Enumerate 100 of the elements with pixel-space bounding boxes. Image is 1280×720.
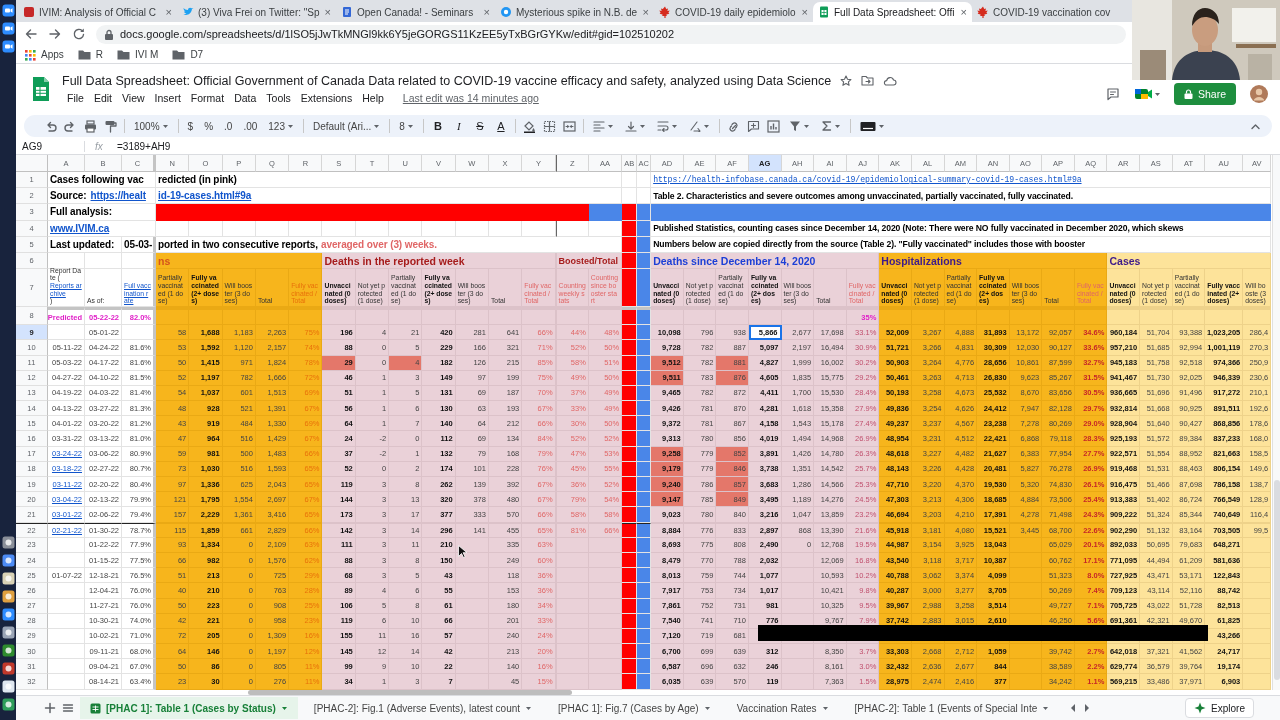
caret-icon[interactable]: [702, 123, 710, 129]
menu-item[interactable]: Edit: [88, 90, 117, 105]
caret-icon[interactable]: [670, 123, 678, 129]
caret-icon[interactable]: [161, 123, 169, 129]
menu-item[interactable]: View: [117, 90, 150, 105]
name-box[interactable]: AG9: [16, 140, 84, 152]
app-icon[interactable]: [1, 572, 15, 585]
caret-icon[interactable]: [802, 123, 810, 129]
folder-arrow-icon[interactable]: [861, 75, 875, 86]
app-icon[interactable]: [1, 536, 15, 549]
zoom-dropdown[interactable]: 100%: [132, 120, 171, 132]
star-icon[interactable]: [840, 74, 853, 87]
bookmark[interactable]: Apps: [24, 48, 64, 61]
caret-icon[interactable]: [280, 705, 288, 711]
reload-icon[interactable]: [72, 27, 86, 41]
formula-field[interactable]: =3189+AH9: [117, 140, 171, 152]
menu-icon[interactable]: [62, 702, 74, 714]
avatar-icon[interactable]: [1250, 85, 1268, 103]
font-size-dropdown[interactable]: 8: [397, 120, 416, 132]
paint-format-icon[interactable]: [104, 119, 117, 133]
bold-button[interactable]: B: [430, 120, 445, 132]
menu-item[interactable]: Format: [185, 90, 230, 105]
plus-icon[interactable]: [44, 702, 56, 714]
app-icon[interactable]: [1, 608, 15, 621]
explore-button[interactable]: Explore: [1185, 698, 1254, 718]
sheet-tab[interactable]: Vaccination Rates: [726, 697, 839, 719]
undo-icon[interactable]: [44, 119, 57, 133]
close-button[interactable]: ×: [960, 6, 967, 18]
app-icon[interactable]: [1, 40, 15, 53]
link[interactable]: id-19-cases.html#9a: [158, 190, 252, 202]
app-icon[interactable]: [1, 22, 15, 35]
browser-tab[interactable]: COVID-19 daily epidemiolo ×: [654, 2, 813, 22]
menu-item[interactable]: Data: [229, 90, 262, 105]
spreadsheet-logo-icon[interactable]: [32, 77, 50, 101]
currency-button[interactable]: $: [185, 120, 196, 132]
caret-icon[interactable]: [406, 123, 414, 129]
link[interactable]: https://health-infobase.canada.ca/covid-19/epidemiological-summary-covid-19-cases.html#9a: [653, 175, 1082, 185]
add-comment-icon[interactable]: [746, 119, 760, 133]
text-color-button[interactable]: A: [493, 120, 508, 132]
redo-icon[interactable]: [64, 119, 77, 133]
comment-icon[interactable]: [1105, 87, 1120, 101]
print-icon[interactable]: [84, 119, 97, 133]
decrease-decimals-button[interactable]: .0: [222, 120, 235, 132]
browser-tab[interactable]: Full Data Spreadsheet: Offi ×: [813, 2, 972, 22]
scrollbar-thumb[interactable]: [248, 690, 572, 695]
link[interactable]: www.IVIM.ca: [50, 222, 110, 234]
caret-icon[interactable]: [638, 123, 646, 129]
menu-item[interactable]: Help: [357, 90, 389, 105]
menu-item[interactable]: File: [62, 90, 89, 105]
app-icon[interactable]: [1, 554, 15, 567]
document-title[interactable]: Full Data Spreadsheet: Official Government of Canada Data related to COVID-19 vaccine efficacy and safety, analyzed using Data Science: [62, 73, 832, 88]
menu-item[interactable]: Insert: [149, 90, 186, 105]
close-button[interactable]: ×: [324, 6, 331, 18]
link[interactable]: https://healt: [90, 190, 146, 202]
close-button[interactable]: ×: [642, 6, 649, 18]
link-icon[interactable]: [726, 119, 740, 133]
strikethrough-button[interactable]: S: [472, 120, 487, 132]
last-edit-link[interactable]: Last edit was 14 minutes ago: [402, 91, 539, 104]
vertical-scrollbar[interactable]: [1272, 155, 1280, 690]
app-icon[interactable]: [1, 644, 15, 657]
app-icon[interactable]: [1, 626, 15, 639]
italic-button[interactable]: I: [451, 120, 466, 132]
camera-icon[interactable]: [1133, 86, 1160, 102]
bookmark[interactable]: IVI M: [117, 49, 159, 60]
cloud-icon[interactable]: [883, 75, 898, 86]
caret-icon[interactable]: [877, 123, 885, 129]
browser-tab[interactable]: (3) Viva Frei on Twitter: "Sp ×: [177, 2, 336, 22]
caret-icon[interactable]: [606, 123, 614, 129]
browser-tab[interactable]: IVIM: Analysis of Official C ×: [18, 2, 177, 22]
app-icon[interactable]: [1, 4, 15, 17]
caret-icon[interactable]: [703, 705, 711, 711]
browser-tab[interactable]: Mysterious spike in N.B. de ×: [495, 2, 654, 22]
caret-icon[interactable]: [287, 123, 294, 129]
close-button[interactable]: ×: [801, 6, 808, 18]
caret-icon[interactable]: [373, 123, 381, 129]
app-icon[interactable]: [1, 662, 15, 675]
borders-icon[interactable]: [542, 119, 556, 133]
number-format-dropdown[interactable]: 123: [266, 120, 296, 132]
address-bar[interactable]: docs.google.com/spreadsheets/d/1lSO5jJwTkMNGl9kk6Y5jeGORGS11KzEE5yTxBGrGYKw/edit#gid=102510202: [96, 24, 1126, 44]
sheet-tab[interactable]: [PHAC-2]: Fig.1 (Adverse Events), latest count: [303, 697, 543, 719]
app-icon[interactable]: [1, 680, 15, 693]
app-icon[interactable]: [1, 590, 15, 603]
fill-color-icon[interactable]: [522, 119, 536, 133]
back-icon[interactable]: [24, 27, 38, 41]
forward-icon[interactable]: [48, 27, 62, 41]
caret-icon[interactable]: [833, 123, 841, 129]
scroll-left-icon[interactable]: [1069, 703, 1078, 713]
share-button[interactable]: Share: [1173, 83, 1236, 105]
scroll-right-icon[interactable]: [1083, 703, 1092, 713]
sheet-tab[interactable]: [PHAC 1]: Table 1 (Cases by Status): [80, 697, 298, 719]
caret-icon[interactable]: [525, 705, 533, 711]
menu-item[interactable]: Tools: [261, 90, 296, 105]
percent-button[interactable]: %: [202, 120, 216, 132]
sheet-tab[interactable]: [PHAC 1]: Fig.7 (Cases by Age): [548, 697, 721, 719]
app-icon[interactable]: [1, 698, 15, 711]
caret-icon[interactable]: [1042, 705, 1050, 711]
font-dropdown[interactable]: Default (Ari...: [311, 120, 383, 132]
caret-icon[interactable]: [821, 705, 829, 711]
increase-decimals-button[interactable]: .00: [241, 120, 260, 132]
close-button[interactable]: ×: [165, 6, 172, 18]
